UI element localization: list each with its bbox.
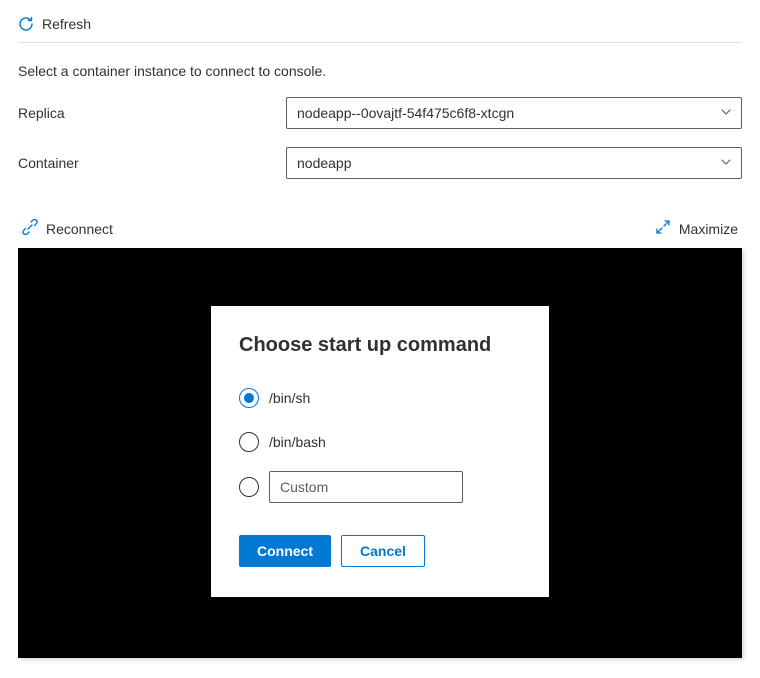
radio-label-binbash: /bin/bash	[269, 434, 326, 450]
container-select-value: nodeapp	[297, 155, 352, 171]
radio-icon	[239, 477, 259, 497]
refresh-button-label[interactable]: Refresh	[42, 16, 91, 32]
dialog-buttons: Connect Cancel	[239, 535, 521, 567]
radio-icon	[239, 388, 259, 408]
radio-option-binbash[interactable]: /bin/bash	[239, 427, 521, 457]
instruction-text: Select a container instance to connect t…	[18, 43, 742, 97]
reconnect-label: Reconnect	[46, 221, 113, 237]
actions-bar: Reconnect Maximize	[18, 197, 742, 248]
custom-command-input[interactable]	[269, 471, 463, 503]
cancel-button[interactable]: Cancel	[341, 535, 425, 567]
container-row: Container nodeapp	[18, 147, 742, 179]
radio-option-custom[interactable]	[239, 471, 521, 503]
container-select[interactable]: nodeapp	[286, 147, 742, 179]
reconnect-icon	[22, 219, 38, 238]
replica-row: Replica nodeapp--0ovajtf-54f475c6f8-xtcg…	[18, 97, 742, 129]
toolbar: Refresh	[18, 10, 742, 43]
reconnect-button[interactable]: Reconnect	[22, 219, 113, 238]
console-terminal: Choose start up command /bin/sh /bin/bas…	[18, 248, 742, 658]
maximize-button[interactable]: Maximize	[655, 219, 738, 238]
dialog-title: Choose start up command	[239, 334, 521, 357]
radio-label-binsh: /bin/sh	[269, 390, 310, 406]
radio-option-binsh[interactable]: /bin/sh	[239, 383, 521, 413]
container-label: Container	[18, 155, 286, 171]
startup-command-dialog: Choose start up command /bin/sh /bin/bas…	[211, 306, 549, 597]
connect-button[interactable]: Connect	[239, 535, 331, 567]
replica-select-value: nodeapp--0ovajtf-54f475c6f8-xtcgn	[297, 105, 514, 121]
radio-icon	[239, 432, 259, 452]
refresh-icon[interactable]	[18, 16, 34, 32]
replica-label: Replica	[18, 105, 286, 121]
maximize-icon	[655, 219, 671, 238]
maximize-label: Maximize	[679, 221, 738, 237]
replica-select[interactable]: nodeapp--0ovajtf-54f475c6f8-xtcgn	[286, 97, 742, 129]
